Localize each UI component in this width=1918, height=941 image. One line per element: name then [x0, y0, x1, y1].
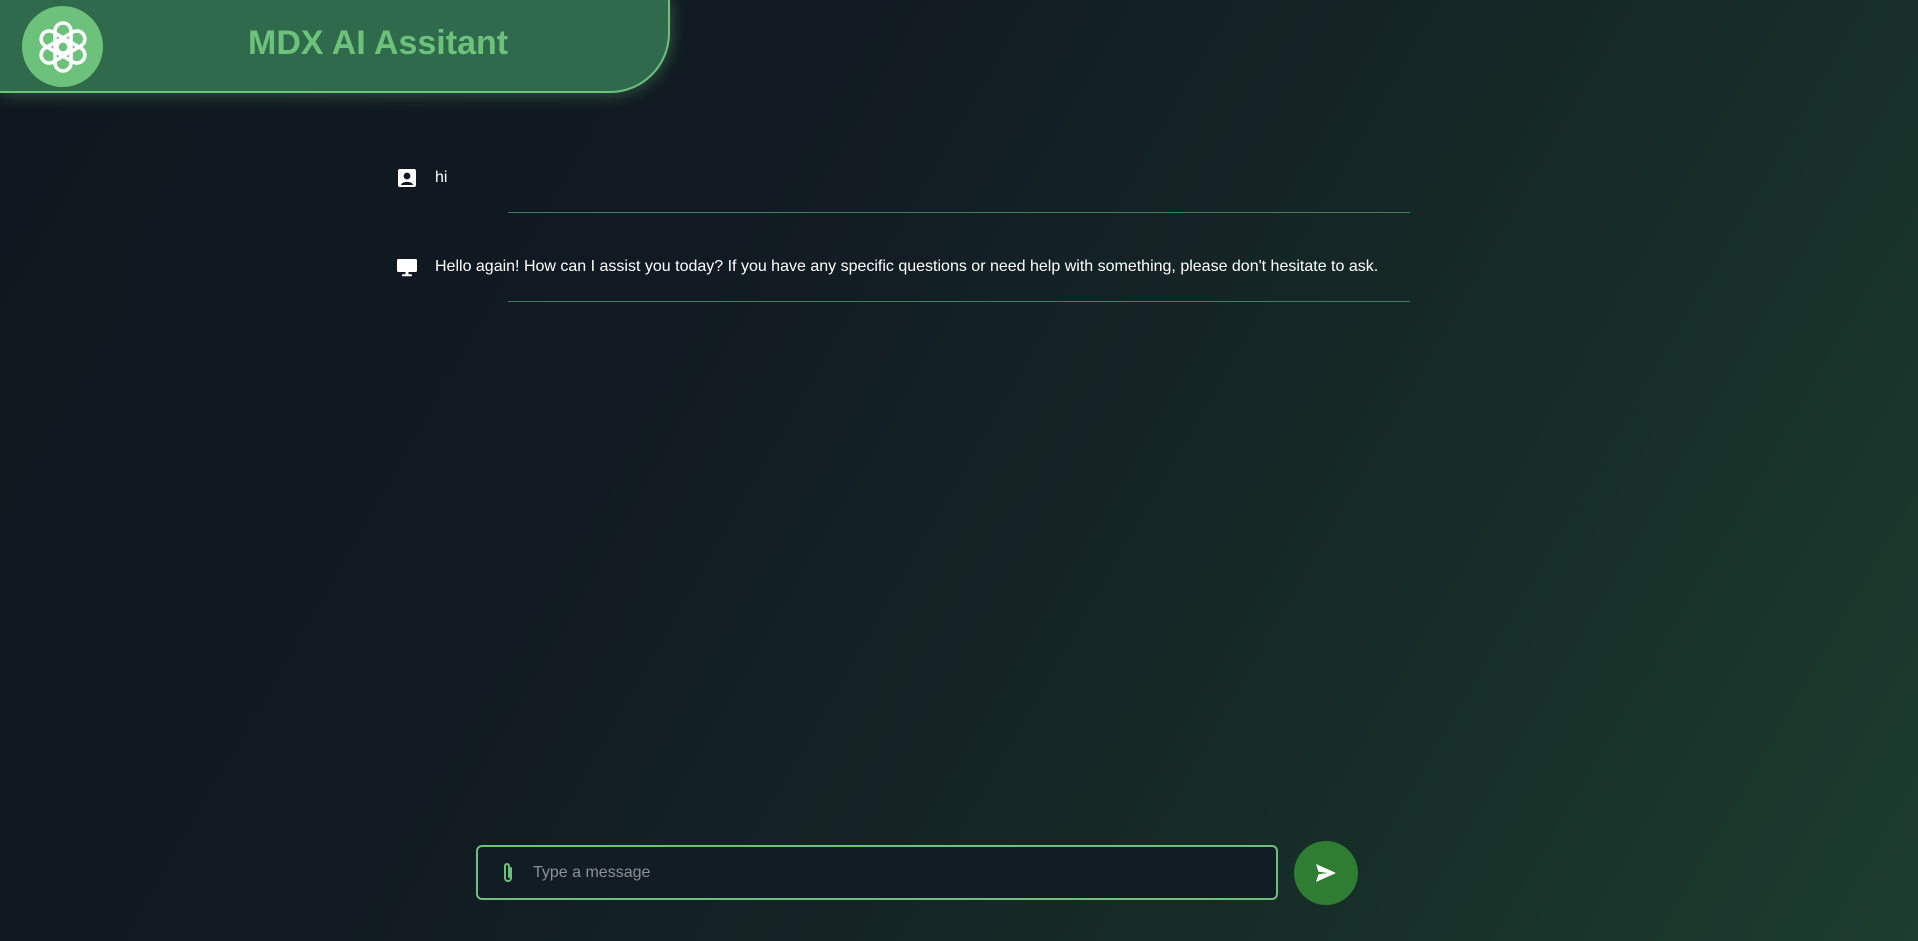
message-text: hi — [435, 169, 448, 186]
app-header: MDX AI Assitant — [0, 0, 670, 93]
send-button[interactable] — [1294, 841, 1358, 905]
chat-message-user: hi — [396, 167, 1410, 257]
paperclip-icon[interactable] — [498, 860, 518, 886]
app-title: MDX AI Assitant — [248, 24, 509, 62]
user-contact-icon — [396, 167, 418, 189]
send-icon — [1316, 864, 1336, 882]
message-text: Hello again! How can I assist you today?… — [435, 258, 1379, 275]
chat-message-assistant: Hello again! How can I assist you today?… — [396, 256, 1410, 346]
message-divider — [508, 212, 1410, 213]
message-divider — [508, 301, 1410, 302]
openai-logo-icon — [22, 6, 103, 87]
message-input[interactable] — [531, 857, 1255, 889]
message-composer — [476, 845, 1278, 900]
monitor-icon — [396, 256, 418, 278]
